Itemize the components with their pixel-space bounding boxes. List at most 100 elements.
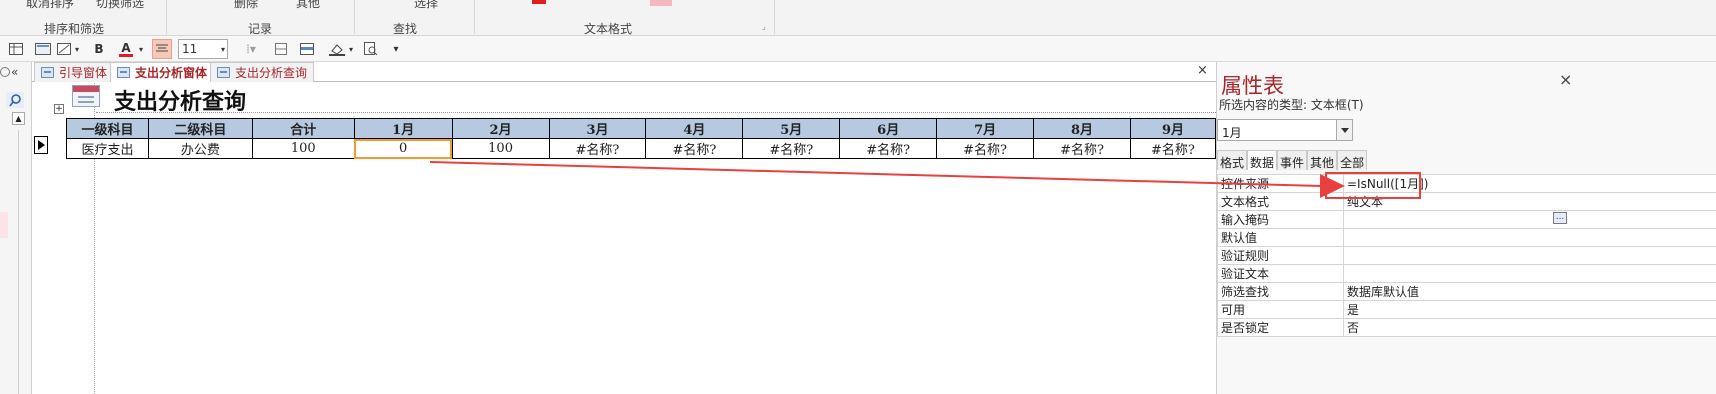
tab-data[interactable]: 数据: [1247, 150, 1278, 170]
property-value[interactable]: [1343, 228, 1716, 247]
layout-icon[interactable]: [56, 39, 72, 59]
text-box[interactable]: #名称?: [1033, 138, 1131, 159]
build-button[interactable]: ...: [1553, 212, 1567, 224]
preview-icon[interactable]: [362, 39, 380, 59]
datasheet-icon[interactable]: [8, 39, 24, 59]
header-divider: [96, 112, 1216, 113]
column-header[interactable]: 3月: [548, 118, 647, 139]
property-value[interactable]: [1343, 264, 1716, 283]
property-value[interactable]: [1343, 210, 1716, 229]
query-icon: [217, 67, 230, 78]
text-box[interactable]: #名称?: [742, 138, 841, 159]
tab-other[interactable]: 其他: [1307, 150, 1338, 170]
property-name: 筛选查找: [1217, 282, 1344, 301]
column-header[interactable]: 一级科目: [66, 118, 149, 139]
property-name: 输入掩码: [1217, 210, 1344, 229]
document-tabs: 引导窗体 支出分析窗体 支出分析查询: [32, 62, 1216, 82]
font-size-value: 11: [182, 42, 198, 56]
property-value[interactable]: =IsNull([1月]): [1343, 174, 1716, 193]
column-header[interactable]: 合计: [251, 118, 355, 139]
selection-type-label: 所选内容的类型: 文本框(T): [1219, 98, 1364, 112]
property-name: 默认值: [1217, 228, 1344, 247]
highlight-swatch: [650, 0, 672, 6]
tab-guide-form[interactable]: 引导窗体: [34, 62, 115, 82]
property-value[interactable]: 数据库默认值: [1343, 282, 1716, 301]
property-value[interactable]: [1343, 246, 1716, 265]
column-header[interactable]: 9月: [1129, 118, 1217, 139]
property-row: 控件来源 =IsNull([1月]): [1217, 174, 1716, 193]
tab-all[interactable]: 全部: [1337, 150, 1368, 170]
font-size-select[interactable]: 11 ▾: [178, 39, 228, 59]
property-value[interactable]: 纯文本: [1343, 192, 1716, 211]
property-name: 控件来源: [1217, 174, 1344, 193]
text-box[interactable]: #名称?: [839, 138, 938, 159]
property-row: 验证文本: [1217, 264, 1716, 283]
gridlines-icon[interactable]: [272, 39, 290, 59]
column-header[interactable]: 5月: [742, 118, 841, 139]
select-button[interactable]: 选择: [414, 0, 438, 11]
property-sheet: 属性表 × 所选内容的类型: 文本框(T) 1月 格式 数据 事件 其他 全部 …: [1216, 62, 1716, 394]
nav-option-icon[interactable]: [0, 67, 10, 77]
text-box[interactable]: 办公费: [147, 138, 253, 159]
control-select[interactable]: 1月: [1217, 119, 1353, 141]
property-row: 输入掩码: [1217, 210, 1716, 229]
column-header[interactable]: 2月: [451, 118, 550, 139]
form-icon: [117, 67, 130, 78]
scroll-up-icon[interactable]: ▲: [12, 112, 25, 125]
column-header[interactable]: 4月: [645, 118, 744, 139]
property-name: 可用: [1217, 300, 1344, 319]
record-selector[interactable]: [34, 136, 48, 154]
tab-expense-form[interactable]: 支出分析窗体: [110, 62, 215, 82]
text-box[interactable]: #名称?: [548, 138, 647, 159]
text-box[interactable]: 100: [251, 138, 355, 159]
delete-button[interactable]: 删除: [234, 0, 258, 11]
text-box[interactable]: 医疗支出: [66, 138, 149, 159]
tab-format[interactable]: 格式: [1217, 150, 1248, 170]
fill-color-icon[interactable]: [326, 39, 348, 59]
tab-label: 支出分析窗体: [135, 66, 208, 80]
font-color-swatch: [532, 0, 546, 4]
text-box[interactable]: #名称?: [645, 138, 744, 159]
layout-selector-icon[interactable]: +: [54, 104, 64, 114]
alternate-row-icon[interactable]: [298, 39, 316, 59]
text-box[interactable]: #名称?: [1129, 138, 1217, 159]
column-header[interactable]: 8月: [1033, 118, 1131, 139]
bold-button[interactable]: B: [92, 39, 106, 59]
tab-expense-query[interactable]: 支出分析查询: [210, 62, 315, 82]
chevron-down-icon[interactable]: ▾: [346, 39, 356, 59]
column-header[interactable]: 7月: [936, 118, 1035, 139]
column-header[interactable]: 1月: [353, 118, 453, 139]
form-view-icon[interactable]: [34, 39, 52, 59]
toggle-filter-button[interactable]: 切换筛选: [96, 0, 144, 11]
font-color-button[interactable]: A: [118, 39, 134, 59]
text-box[interactable]: #名称?: [936, 138, 1035, 159]
clear-sort-button[interactable]: 取消排序: [26, 0, 74, 11]
center-align-icon[interactable]: [152, 39, 172, 59]
property-row: 可用是: [1217, 300, 1716, 319]
chevron-down-icon[interactable]: ▾: [72, 39, 82, 59]
format-toolbar: ▾ B A ▾ 11 ▾ ⁞▾ ▾ ▾: [0, 36, 1716, 62]
chevron-down-icon[interactable]: [1336, 120, 1352, 140]
tab-event[interactable]: 事件: [1277, 150, 1308, 170]
chevron-down-icon[interactable]: ▾: [136, 39, 146, 59]
text-box-selected[interactable]: 0: [353, 138, 453, 159]
dialog-launcher-icon[interactable]: ⌟: [762, 22, 766, 31]
column-header[interactable]: 二级科目: [147, 118, 253, 139]
property-row: 文本格式 纯文本: [1217, 192, 1716, 211]
records-group-label: 记录: [248, 22, 273, 36]
close-document-icon[interactable]: ×: [1197, 63, 1208, 78]
text-box[interactable]: 100: [451, 138, 550, 159]
column-header[interactable]: 6月: [839, 118, 938, 139]
search-icon[interactable]: [6, 92, 24, 108]
collapse-nav-icon[interactable]: «: [11, 65, 18, 79]
form-design-area: 支出分析查询 + 一级科目 二级科目 合计 1月 2月 3月 4月 5月 6月 …: [32, 83, 1217, 394]
indent-icon[interactable]: ⁞▾: [240, 39, 262, 59]
property-row: 是否锁定否: [1217, 318, 1716, 337]
more-records-button[interactable]: 其他: [296, 0, 320, 11]
property-value[interactable]: 否: [1343, 318, 1716, 337]
property-name: 验证文本: [1217, 264, 1344, 283]
close-icon[interactable]: ×: [1559, 70, 1572, 89]
customize-toolbar-icon[interactable]: ▾: [390, 39, 402, 59]
property-value[interactable]: 是: [1343, 300, 1716, 319]
table-row: 医疗支出 办公费 100 0 100 #名称? #名称? #名称? #名称? #…: [66, 138, 1217, 159]
